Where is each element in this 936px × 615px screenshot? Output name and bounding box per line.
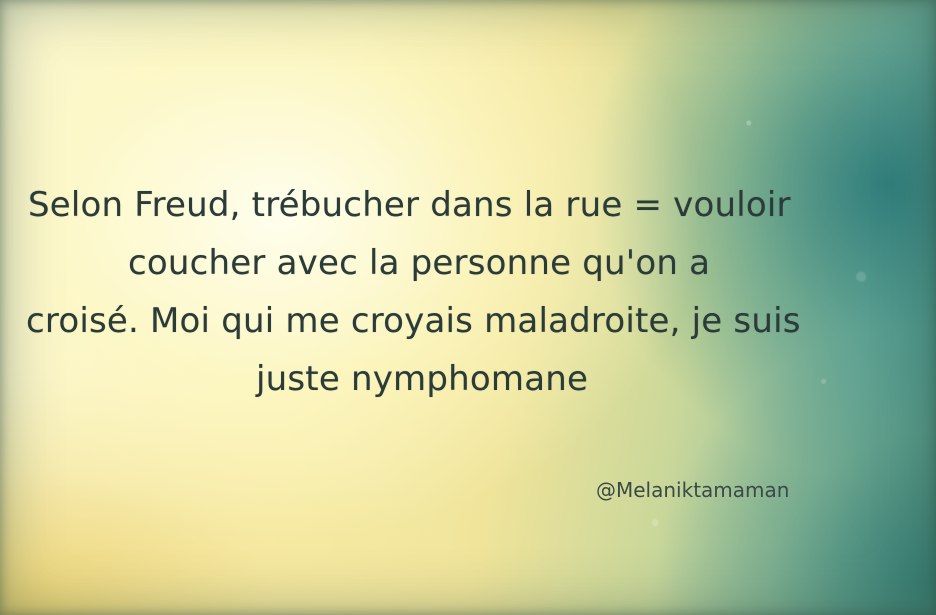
quote-image: Selon Freud, trébucher dans la rue = vou… [0, 0, 936, 615]
quote-line-4: juste nymphomane [256, 359, 589, 399]
quote-line-1: Selon Freud, trébucher dans la rue = vou… [28, 185, 791, 225]
quote-line-3: croisé. Moi qui me croyais maladroite, j… [26, 301, 801, 341]
quote-line-2: coucher avec la personne qu'on a [128, 243, 711, 283]
quote-text: Selon Freud, trébucher dans la rue = vou… [22, 176, 922, 408]
author-handle: @Melaniktamaman [596, 478, 790, 502]
